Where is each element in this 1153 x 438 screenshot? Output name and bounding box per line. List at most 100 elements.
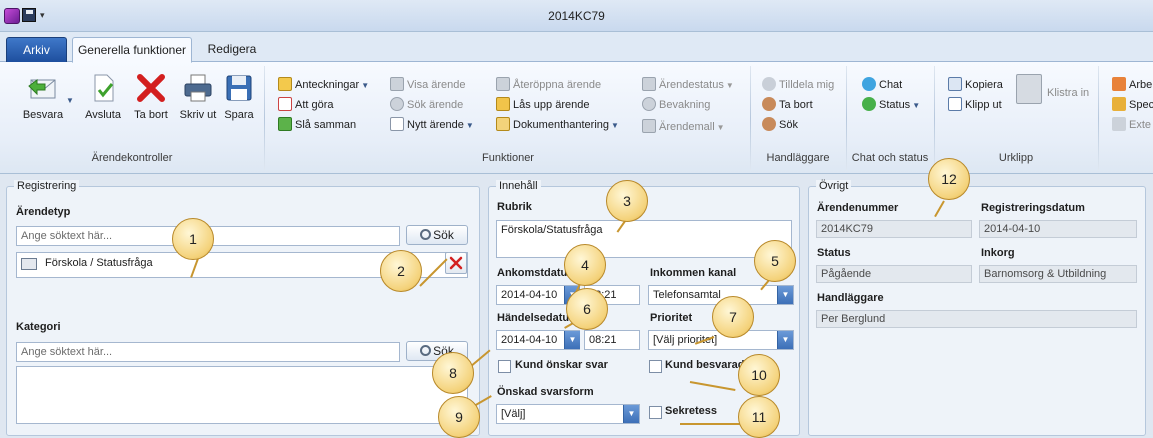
group-label-arendekontroller: Ärendekontroller [91, 152, 173, 164]
klipp-ut-button[interactable]: Klipp ut [948, 96, 1002, 114]
sok-arende-button[interactable]: Sök ärende [390, 96, 463, 114]
spara-label: Spara [224, 109, 254, 121]
arendenummer-field: 2014KC79 [816, 220, 972, 238]
besvara-button[interactable]: Besvara [20, 72, 66, 121]
arendetyp-sok-button[interactable]: Sök [406, 225, 468, 245]
callout-12: 12 [928, 158, 970, 200]
tab-arkiv[interactable]: Arkiv [6, 37, 67, 62]
remove-type-button[interactable] [445, 252, 467, 274]
kund-besvarad-checkbox[interactable] [649, 360, 662, 373]
las-upp-button[interactable]: Lås upp ärende [496, 96, 589, 114]
ankomst-date: 2014-04-10 [501, 289, 558, 301]
chat-button[interactable]: Chat [862, 76, 902, 94]
bevakning-button[interactable]: Bevakning [642, 96, 710, 114]
att-gora-button[interactable]: Att göra [278, 96, 334, 114]
anteckningar-button[interactable]: Anteckningar ▼ [278, 76, 369, 94]
kanal-dropdown-icon[interactable]: ▼ [777, 286, 793, 304]
arbe-label: Arbe [1129, 79, 1153, 91]
besvara-label: Besvara [22, 109, 64, 121]
watch-icon [642, 97, 656, 111]
group-label-funktioner: Funktioner [482, 152, 534, 164]
finish-icon [94, 74, 114, 102]
search-icon [420, 229, 432, 240]
scissors-icon [948, 97, 962, 111]
regdatum-field: 2014-04-10 [979, 220, 1137, 238]
sekretess-label: Sekretess [665, 405, 717, 417]
delete-icon [137, 74, 165, 102]
documents-icon [496, 117, 510, 131]
innehall-title: Innehåll [496, 180, 541, 192]
registrering-title: Registrering [14, 180, 80, 192]
handelse-time-input[interactable]: 08:21 [584, 330, 640, 350]
sekretess-checkbox[interactable] [649, 406, 662, 419]
besvara-dropdown-icon[interactable]: ▼ [66, 96, 74, 105]
nytt-arende-label: Nytt ärende [407, 119, 464, 131]
visa-arende-button[interactable]: Visa ärende [390, 76, 466, 94]
ovrigt-title: Övrigt [816, 180, 852, 192]
tab-redigera[interactable]: Redigera [198, 37, 266, 63]
arendemall-button[interactable]: Ärendemall ▼ [642, 118, 725, 136]
kund-onskar-svar-checkbox[interactable] [498, 360, 511, 373]
callout-6: 6 [566, 288, 608, 330]
handlaggare-field-label: Handläggare [817, 292, 884, 304]
reply-icon [28, 79, 56, 99]
skriv-ut-button[interactable]: Skriv ut [176, 72, 220, 121]
kategori-list[interactable] [16, 366, 468, 424]
svarsform-dropdown-icon[interactable]: ▼ [623, 405, 639, 423]
merge-icon [278, 117, 292, 131]
svarsform-value: [Välj] [501, 408, 526, 420]
tilldela-mig-button[interactable]: Tilldela mig [762, 76, 834, 94]
ateroppna-button[interactable]: Återöppna ärende [496, 76, 601, 94]
dokumenthantering-button[interactable]: Dokumenthantering ▼ [496, 116, 619, 134]
tab-generella-funktioner[interactable]: Generella funktioner [72, 37, 192, 63]
klistra-in-button[interactable]: Klistra in [1047, 84, 1089, 102]
nytt-arende-button[interactable]: Nytt ärende ▼ [390, 116, 474, 134]
sla-samman-button[interactable]: Slå samman [278, 116, 356, 134]
sok-label: Sök [433, 228, 454, 242]
ta-bort-button[interactable]: Ta bort [128, 72, 174, 121]
ta-bort-label: Ta bort [134, 109, 168, 121]
callout-pointer [680, 423, 740, 425]
sok-handlaggare-label: Sök [779, 119, 798, 131]
clipboard-icon[interactable] [1016, 74, 1042, 104]
reopen-icon [496, 77, 510, 91]
arendestatus-button[interactable]: Ärendestatus ▼ [642, 76, 734, 94]
exte-button[interactable]: Exte [1112, 116, 1151, 134]
remove-user-icon [762, 97, 776, 111]
svarsform-label: Önskad svarsform [497, 386, 594, 398]
dokumenthantering-label: Dokumenthantering [513, 119, 610, 131]
kategori-search-input[interactable]: Ange söktext här... [16, 342, 400, 362]
kanal-value: Telefonsamtal [653, 289, 721, 301]
status-field-label: Status [817, 247, 851, 259]
rubrik-input[interactable]: Förskola/Statusfråga [496, 220, 792, 258]
spec-button[interactable]: Spec [1112, 96, 1153, 114]
window-title: 2014KC79 [548, 9, 605, 23]
sok-handlaggare-button[interactable]: Sök [762, 116, 798, 134]
group-separator [264, 66, 265, 170]
search-user-icon [762, 117, 776, 131]
kopiera-button[interactable]: Kopiera [948, 76, 1003, 94]
inkorg-field: Barnomsorg & Utbildning [979, 265, 1137, 283]
kategori-label: Kategori [16, 321, 61, 333]
close-icon [449, 256, 463, 270]
template-icon [642, 119, 656, 133]
assign-user-icon [762, 77, 776, 91]
svarsform-select[interactable]: [Välj] [496, 404, 640, 424]
handelse-date-dropdown-icon[interactable]: ▼ [564, 331, 580, 349]
prioritet-dropdown-icon[interactable]: ▼ [777, 331, 793, 349]
status-icon [862, 97, 876, 111]
status-button[interactable]: Status ▼ [862, 96, 920, 114]
ta-bort-handlaggare-button[interactable]: Ta bort [762, 96, 813, 114]
view-case-icon [390, 77, 404, 91]
spec-icon [1112, 97, 1126, 111]
keyboard-icon [21, 258, 37, 270]
spara-button[interactable]: Spara [220, 72, 258, 121]
arbe-button[interactable]: Arbe [1112, 76, 1152, 94]
search-case-icon [390, 97, 404, 111]
callout-4: 4 [564, 244, 606, 286]
las-upp-label: Lås upp ärende [513, 99, 590, 111]
callout-11: 11 [738, 396, 780, 438]
avsluta-button[interactable]: Avsluta [82, 72, 124, 121]
handelse-date: 2014-04-10 [501, 334, 558, 346]
chat-label: Chat [879, 79, 903, 91]
